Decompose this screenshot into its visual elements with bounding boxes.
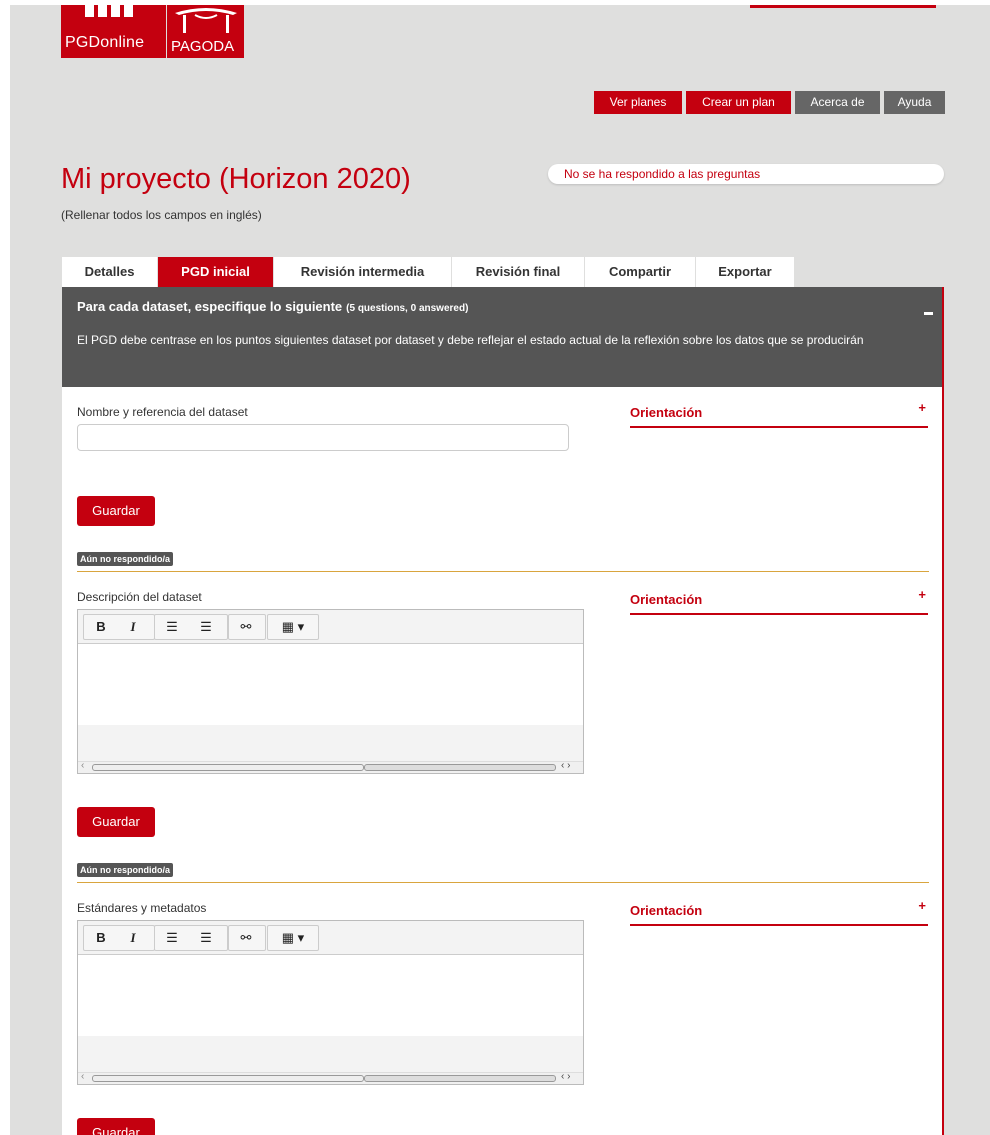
tab-revision-intermedia[interactable]: Revisión intermedia [274, 257, 451, 287]
page-title: Mi proyecto (Horizon 2020) [61, 163, 411, 195]
link-icon[interactable]: ⚯ [233, 615, 259, 639]
save-button[interactable]: Guardar [77, 496, 155, 526]
question-divider [77, 882, 929, 883]
answer-status-badge: Aún no respondido/a [77, 552, 173, 566]
pagoda-logo[interactable]: PAGODA [167, 5, 244, 58]
status-badge: No se ha respondido a las preguntas [548, 164, 944, 184]
guidance-label: Orientación [630, 405, 703, 420]
bold-button[interactable]: B [88, 926, 114, 950]
pagoda-logo-text: PAGODA [171, 38, 235, 55]
collapse-icon[interactable] [924, 312, 933, 315]
question-label: Nombre y referencia del dataset [77, 405, 248, 419]
scroll-arrows-icon[interactable]: ‹ › [561, 1071, 570, 1082]
page-subtitle: (Rellenar todos los campos en inglés) [61, 208, 262, 222]
scroll-arrows-icon[interactable]: ‹ › [561, 760, 570, 771]
italic-button[interactable]: I [120, 615, 146, 639]
tab-exportar[interactable]: Exportar [696, 257, 794, 287]
editor-text-area[interactable] [78, 644, 583, 725]
page: PGDonline PAGODA Ver planes Crear un pla… [10, 5, 990, 1135]
numbered-list-icon[interactable]: ☰ [193, 615, 219, 639]
editor-toolbar: B I ☰ ☰ ⚯ ▦ ▾ [78, 921, 583, 955]
pgdonline-logo[interactable]: PGDonline [61, 5, 166, 58]
table-icon[interactable]: ▦ ▾ [272, 926, 314, 950]
pgdonline-logo-text: PGDonline [65, 34, 145, 51]
guidance-toggle[interactable]: Orientación + [630, 587, 928, 615]
bullet-list-icon[interactable]: ☰ [159, 926, 185, 950]
nav-crear-plan[interactable]: Crear un plan [686, 91, 791, 114]
bullet-list-icon[interactable]: ☰ [159, 615, 185, 639]
expand-plus-icon[interactable]: + [918, 587, 926, 602]
guidance-label: Orientación [630, 903, 703, 918]
save-button[interactable]: Guardar [77, 807, 155, 837]
horizontal-scrollbar[interactable]: ‹ ‹ › [78, 760, 583, 773]
section-title: Para cada dataset, especifique lo siguie… [77, 299, 343, 314]
guidance-toggle[interactable]: Orientación + [630, 898, 928, 926]
guidance-label: Orientación [630, 592, 703, 607]
editor-toolbar: B I ☰ ☰ ⚯ ▦ ▾ [78, 610, 583, 644]
section-header: Para cada dataset, especifique lo siguie… [62, 287, 942, 387]
pagoda-roof-icon [175, 8, 237, 33]
top-accent-line [750, 5, 936, 8]
expand-plus-icon[interactable]: + [918, 400, 926, 415]
guidance-toggle[interactable]: Orientación + [630, 400, 928, 428]
bold-button[interactable]: B [88, 615, 114, 639]
nav-acerca-de[interactable]: Acerca de [795, 91, 880, 114]
numbered-list-icon[interactable]: ☰ [193, 926, 219, 950]
expand-plus-icon[interactable]: + [918, 898, 926, 913]
link-icon[interactable]: ⚯ [233, 926, 259, 950]
editor-text-area[interactable] [78, 955, 583, 1036]
horizontal-scrollbar[interactable]: ‹ ‹ › [78, 1071, 583, 1084]
nav-ver-planes[interactable]: Ver planes [594, 91, 682, 114]
status-text: No se ha respondido a las preguntas [564, 167, 761, 181]
question-label: Descripción del dataset [77, 590, 202, 604]
italic-button[interactable]: I [120, 926, 146, 950]
question-divider [77, 571, 929, 572]
question-label: Estándares y metadatos [77, 901, 207, 915]
section-count: (5 questions, 0 answered) [346, 303, 469, 314]
nav-ayuda[interactable]: Ayuda [884, 91, 945, 114]
table-icon[interactable]: ▦ ▾ [272, 615, 314, 639]
tab-revision-final[interactable]: Revisión final [452, 257, 584, 287]
tab-pgd-inicial[interactable]: PGD inicial [158, 257, 273, 287]
section-description: El PGD debe centrase en los puntos sigui… [77, 333, 864, 347]
tab-compartir[interactable]: Compartir [585, 257, 695, 287]
save-button[interactable]: Guardar [77, 1118, 155, 1135]
dataset-name-input[interactable] [77, 424, 569, 451]
answer-status-badge: Aún no respondido/a [77, 863, 173, 877]
scroll-left-icon[interactable]: ‹ [81, 760, 84, 771]
scroll-left-icon[interactable]: ‹ [81, 1071, 84, 1082]
rich-text-editor: B I ☰ ☰ ⚯ ▦ ▾ ‹ ‹ › [77, 920, 584, 1085]
tab-detalles[interactable]: Detalles [62, 257, 157, 287]
rich-text-editor: B I ☰ ☰ ⚯ ▦ ▾ ‹ ‹ › [77, 609, 584, 774]
plan-panel: Para cada dataset, especifique lo siguie… [62, 287, 944, 1135]
